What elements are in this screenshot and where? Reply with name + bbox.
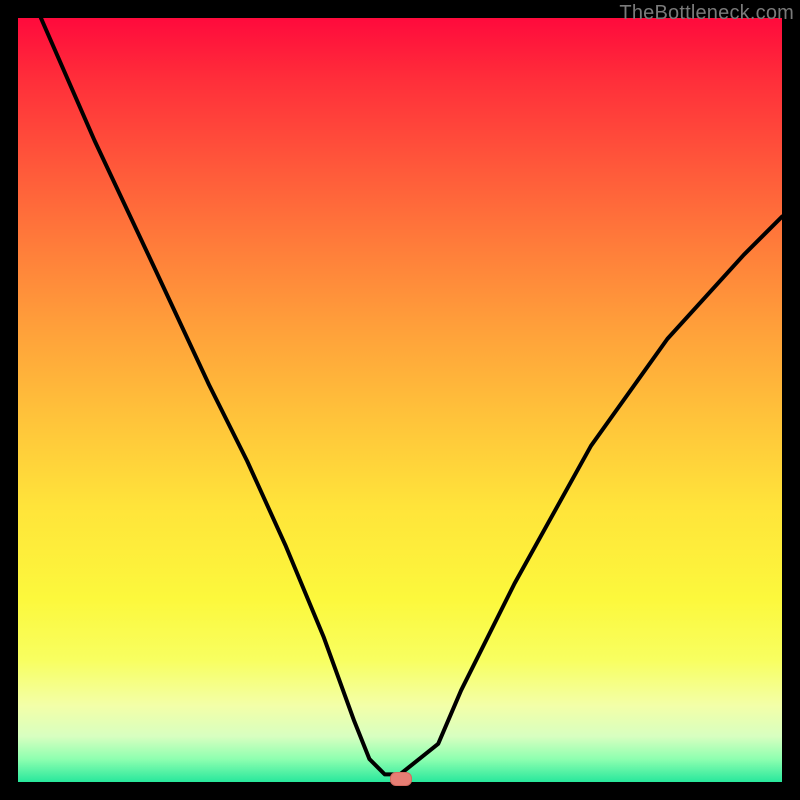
bottleneck-curve (18, 18, 782, 782)
optimum-marker (390, 772, 412, 786)
chart-plot-area (18, 18, 782, 782)
watermark-text: TheBottleneck.com (619, 2, 794, 25)
